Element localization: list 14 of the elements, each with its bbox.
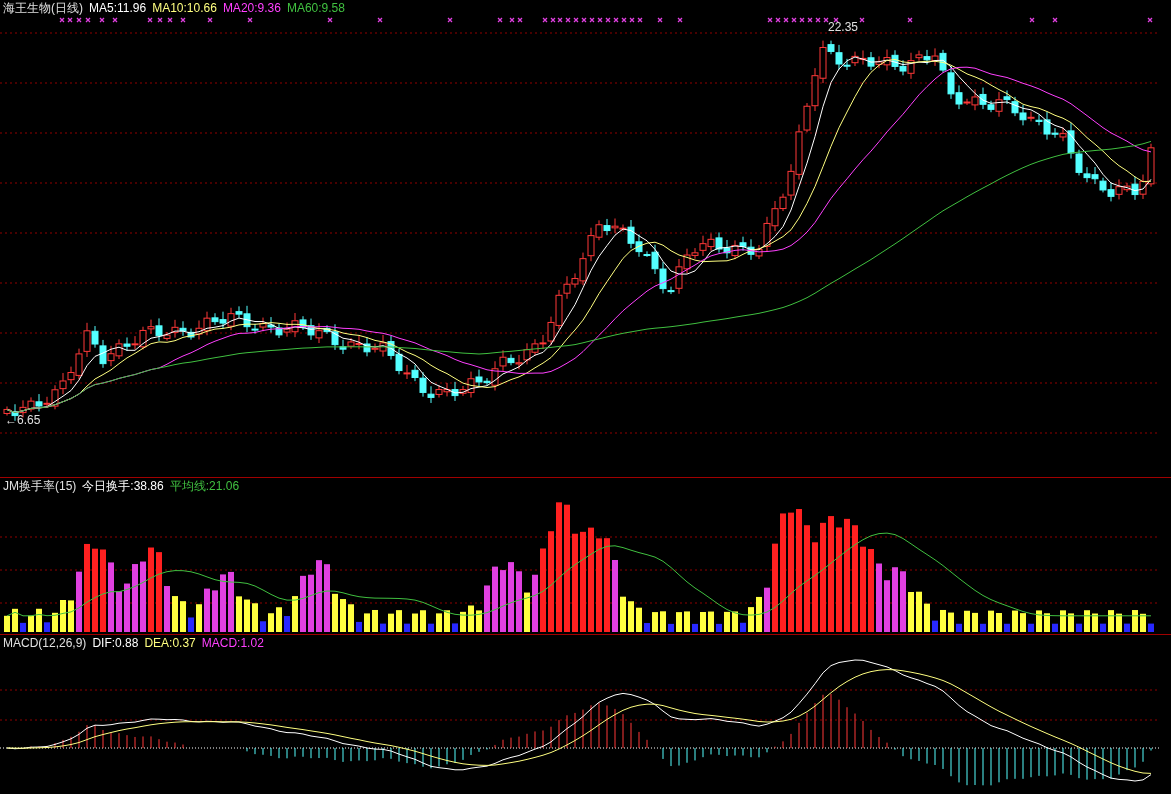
chart-title: MACD(12,26,9) xyxy=(3,636,87,650)
chart-title: 海王生物(日线) xyxy=(3,0,83,17)
indicator-value: DEA:0.37 xyxy=(144,636,196,650)
indicator-value: MA5:11.96 xyxy=(89,1,147,15)
price-high-label: 22.35 xyxy=(828,20,859,34)
indicator-value: MA10:10.66 xyxy=(152,1,217,15)
indicator-value: 平均线:21.06 xyxy=(169,477,240,495)
indicator-value: MA60:9.58 xyxy=(286,1,345,15)
indicator-value: MACD:1.02 xyxy=(201,636,264,650)
indicator-value: DIF:0.88 xyxy=(92,636,139,650)
indicator-value: MA20:9.36 xyxy=(222,1,281,15)
indicator-value: 今日换手:38.86 xyxy=(82,477,164,495)
chart-title: JM换手率(15) xyxy=(3,477,77,495)
price-low-label: ←6.65 xyxy=(5,413,41,427)
